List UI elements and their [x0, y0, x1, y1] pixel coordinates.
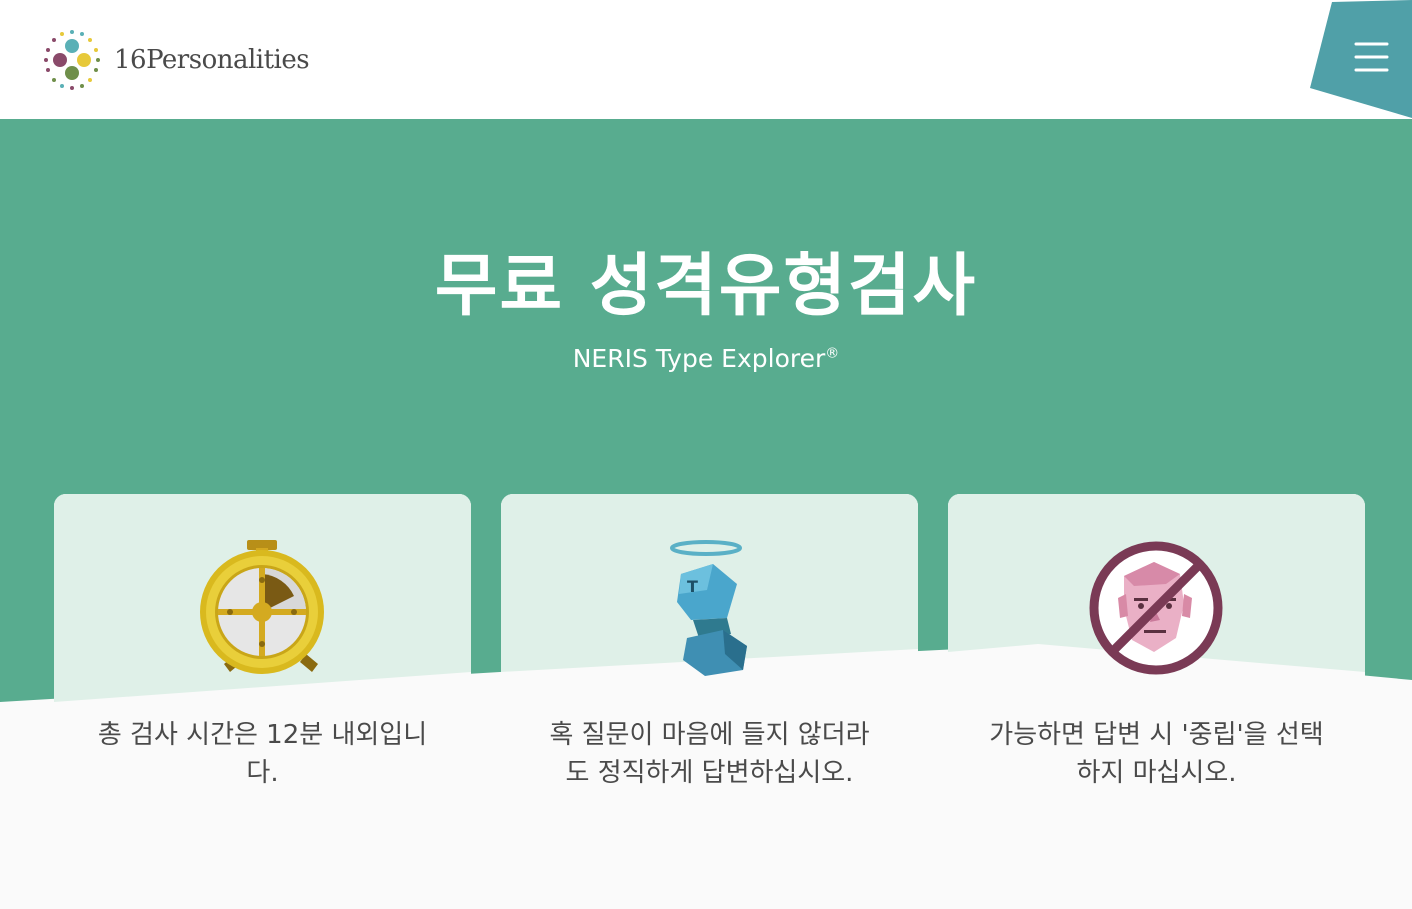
info-card-time: 총 검사 시간은 12분 내외입니다.: [54, 494, 471, 874]
svg-text:T: T: [687, 577, 698, 596]
page: 16Personalities 무료 성격유형검사 NERIS Type Exp…: [0, 0, 1412, 909]
card-text: 총 검사 시간은 12분 내외입니다.: [97, 720, 428, 788]
card-text: 혹 질문이 마음에 들지 않더라도 정직하게 답변하십시오.: [549, 720, 870, 788]
page-subtitle: NERIS Type Explorer®: [0, 344, 1412, 373]
honest-cube-figure-icon: T: [670, 540, 747, 676]
main-menu-button[interactable]: [1310, 0, 1412, 118]
stopwatch-icon: [200, 540, 324, 674]
info-card-honesty: T 혹 질문이 마음에 들지 않더라도 정직하게 답변하십시오.: [501, 494, 918, 874]
card-text: 가능하면 답변 시 '중립'을 선택하지 마십시오.: [989, 720, 1324, 788]
logo-dots-icon: [44, 30, 100, 90]
registered-mark: ®: [825, 345, 840, 362]
no-neutral-face-icon: [1089, 541, 1223, 675]
page-title: 무료 성격유형검사: [434, 247, 978, 326]
site-logo[interactable]: 16Personalities: [40, 28, 310, 92]
logo-wordmark: 16Personalities: [114, 45, 310, 75]
info-card-neutral: 가능하면 답변 시 '중립'을 선택하지 마십시오.: [948, 494, 1365, 874]
site-header: 16Personalities: [0, 0, 1412, 119]
subtitle-text: NERIS Type Explorer: [572, 344, 826, 373]
